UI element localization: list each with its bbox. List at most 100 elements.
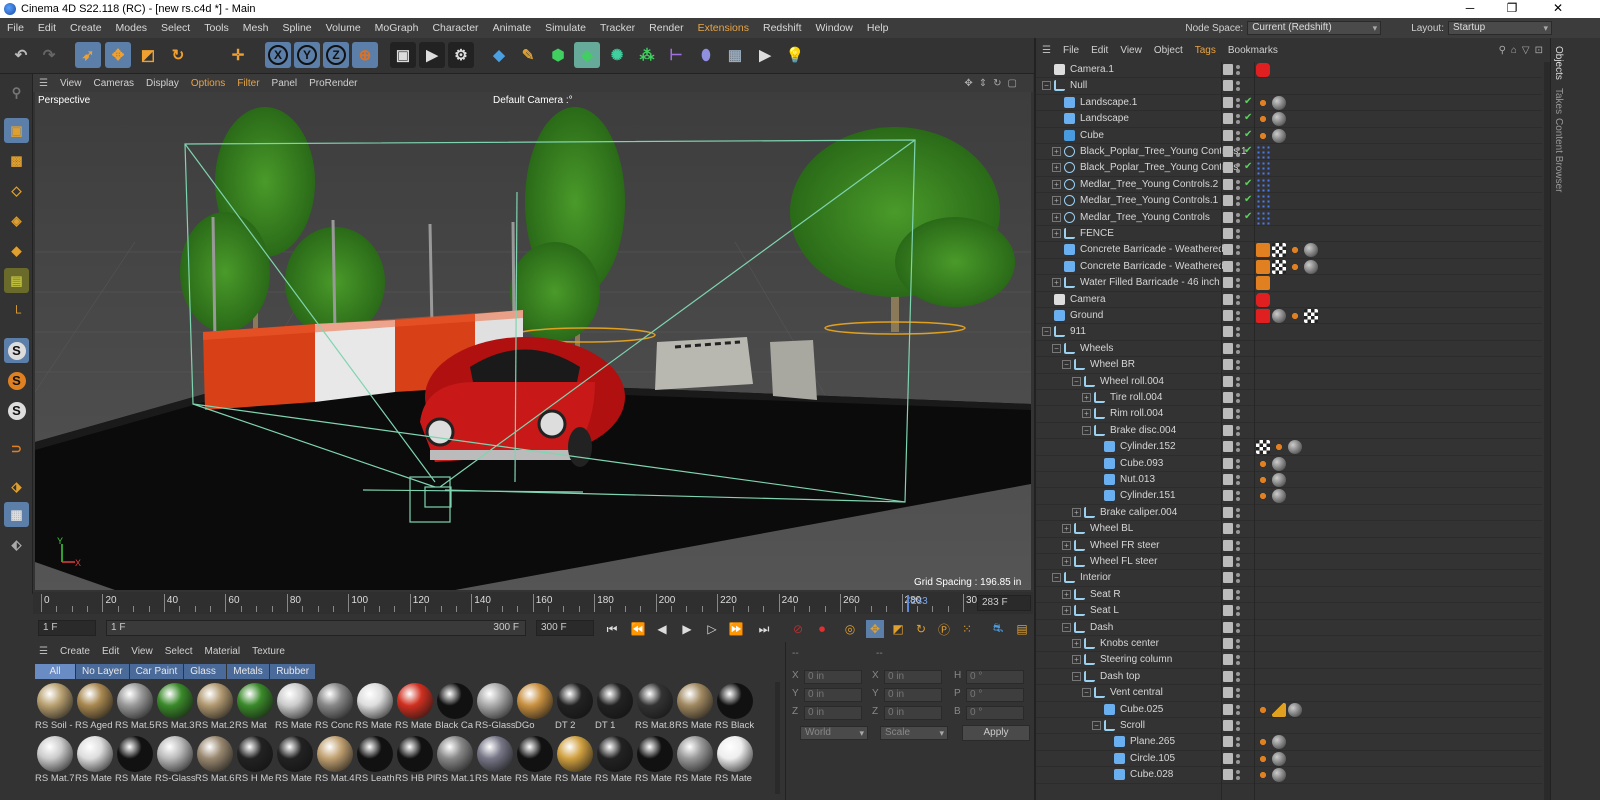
render-view-icon[interactable]: ▣ — [390, 42, 416, 68]
object-row[interactable]: − Wheel BR — [1036, 357, 1542, 374]
render-settings-icon[interactable]: ⚙ — [448, 42, 474, 68]
object-row[interactable]: + Wheel FR steer — [1036, 538, 1542, 554]
visibility-dots-icon[interactable] — [1236, 326, 1240, 338]
uvw-tag-icon[interactable] — [1256, 259, 1270, 274]
expand-toggle-icon[interactable]: − — [1042, 327, 1051, 337]
visibility-dots-icon[interactable] — [1236, 507, 1240, 519]
menu-create[interactable]: Create — [63, 22, 109, 34]
expand-toggle-icon[interactable]: − — [1062, 360, 1071, 370]
visibility-dots-icon[interactable] — [1236, 687, 1240, 699]
editable-toggle-icon[interactable] — [1223, 769, 1233, 781]
menu-animate[interactable]: Animate — [486, 22, 539, 34]
editable-toggle-icon[interactable] — [1223, 457, 1233, 469]
visibility-dots-icon[interactable] — [1236, 113, 1240, 125]
editable-toggle-icon[interactable] — [1223, 670, 1233, 682]
material-link-tag-icon[interactable] — [1256, 768, 1270, 783]
field-icon[interactable]: ⬮ — [693, 42, 719, 68]
object-row[interactable]: Plane.265 — [1036, 734, 1542, 751]
visibility-dots-icon[interactable] — [1236, 638, 1240, 650]
filter-rubber[interactable]: Rubber — [270, 664, 316, 679]
visibility-dots-icon[interactable] — [1236, 441, 1240, 453]
object-hamburger-icon[interactable]: ☰ — [1036, 45, 1057, 56]
expand-toggle-icon[interactable]: + — [1062, 557, 1071, 566]
current-frame-field[interactable]: 283 F — [977, 595, 1031, 611]
tab-takes[interactable]: Takes — [1553, 88, 1564, 114]
material-tag-icon[interactable] — [1272, 112, 1286, 127]
material-swatch[interactable]: RS Mate — [515, 735, 555, 787]
material-swatch[interactable]: RS Black — [715, 682, 755, 734]
warning-tag-icon[interactable] — [1272, 702, 1286, 717]
material-menu-texture[interactable]: Texture — [246, 646, 291, 657]
editable-toggle-icon[interactable] — [1223, 424, 1233, 436]
material-swatch[interactable]: RS Mat.5 — [115, 682, 155, 734]
play-icon[interactable]: ▶ — [678, 620, 696, 638]
expand-toggle-icon[interactable]: + — [1052, 229, 1061, 238]
editable-toggle-icon[interactable] — [1223, 588, 1233, 600]
expand-toggle-icon[interactable]: − — [1072, 376, 1081, 386]
material-link-tag-icon[interactable] — [1288, 309, 1302, 323]
go-to-end-icon[interactable]: ⏭ — [755, 620, 773, 638]
object-row[interactable]: Cylinder.151 — [1036, 488, 1542, 505]
object-menu-bookmarks[interactable]: Bookmarks — [1222, 45, 1284, 56]
render-to-picture-viewer-icon[interactable]: ▶ — [419, 42, 445, 68]
object-row[interactable]: + Knobs center — [1036, 636, 1542, 653]
material-swatch[interactable]: Black Ca — [435, 682, 475, 734]
editable-toggle-icon[interactable] — [1223, 638, 1233, 649]
undo-icon[interactable]: ↶ — [8, 42, 34, 68]
editable-toggle-icon[interactable] — [1223, 408, 1233, 420]
visibility-dots-icon[interactable] — [1236, 622, 1240, 634]
y-axis-lock-icon[interactable]: Y — [294, 42, 320, 68]
editable-toggle-icon[interactable] — [1223, 211, 1233, 223]
workplane-icon[interactable]: ⬗ — [4, 474, 29, 499]
material-swatch[interactable]: DT 2 — [555, 682, 595, 734]
material-swatch[interactable]: RS Aged — [75, 682, 115, 734]
deformer-icon[interactable]: ⊢ — [663, 42, 689, 68]
expand-toggle-icon[interactable]: + — [1062, 540, 1071, 550]
editable-toggle-icon[interactable] — [1223, 277, 1233, 289]
material-swatch[interactable]: RS Mate — [355, 682, 395, 734]
object-row[interactable]: + Black_Poplar_Tree_Young Controls ✔ — [1036, 160, 1542, 177]
expand-toggle-icon[interactable]: + — [1052, 147, 1061, 156]
material-swatch[interactable]: RS Mat — [235, 682, 275, 734]
texture-mode-icon[interactable]: ▩ — [4, 148, 29, 173]
editable-toggle-icon[interactable] — [1223, 80, 1233, 92]
material-link-tag-icon[interactable] — [1256, 473, 1270, 487]
editable-toggle-icon[interactable] — [1223, 260, 1233, 272]
polygons-mode-icon[interactable]: ◆ — [4, 238, 29, 263]
expand-toggle-icon[interactable]: + — [1052, 179, 1061, 189]
filter-car-paint[interactable]: Car Paint — [129, 664, 184, 679]
protection-tag-icon[interactable] — [1256, 292, 1270, 307]
material-swatch[interactable]: RS Mate — [115, 735, 155, 787]
visibility-dots-icon[interactable] — [1236, 408, 1240, 420]
editable-toggle-icon[interactable] — [1223, 736, 1233, 748]
menu-mograph[interactable]: MoGraph — [368, 22, 426, 34]
tab-objects[interactable]: Objects — [1553, 46, 1564, 80]
editable-toggle-icon[interactable] — [1223, 523, 1233, 535]
subdivision-icon[interactable]: ⬢ — [545, 42, 571, 68]
visibility-dots-icon[interactable] — [1236, 720, 1240, 732]
expand-toggle-icon[interactable]: + — [1062, 524, 1071, 534]
expand-toggle-icon[interactable]: − — [1072, 671, 1081, 681]
object-row[interactable]: − Brake disc.004 — [1036, 423, 1542, 440]
timeline-window-icon[interactable]: ▤ — [1013, 620, 1031, 638]
coord-field[interactable]: 0 in — [884, 670, 942, 684]
object-row[interactable]: + Brake caliper.004 — [1036, 505, 1542, 522]
material-swatch[interactable]: RS Mat.1 — [435, 735, 475, 787]
material-swatch[interactable]: RS Mate — [475, 735, 515, 787]
material-tag-icon[interactable] — [1272, 456, 1286, 471]
autokey-icon[interactable]: ⏺ — [813, 620, 831, 638]
editable-toggle-icon[interactable] — [1223, 129, 1233, 141]
maximize-button[interactable]: ❐ — [1497, 0, 1527, 18]
enabled-check-icon[interactable]: ✔ — [1244, 178, 1252, 189]
coord-field[interactable]: 0 in — [804, 706, 862, 720]
viewport-menu-display[interactable]: Display — [140, 78, 185, 89]
visibility-dots-icon[interactable] — [1236, 736, 1240, 748]
material-link-tag-icon[interactable] — [1256, 456, 1270, 471]
material-menu-select[interactable]: Select — [159, 646, 199, 657]
key-parameter-icon[interactable]: Ⓟ — [935, 620, 953, 638]
editable-toggle-icon[interactable] — [1223, 178, 1233, 190]
object-row[interactable]: Landscape ✔ — [1036, 111, 1542, 128]
object-row[interactable]: Cube.025 — [1036, 702, 1542, 718]
material-link-tag-icon[interactable] — [1256, 702, 1270, 717]
scale-mode-select[interactable]: Scale — [880, 726, 948, 740]
